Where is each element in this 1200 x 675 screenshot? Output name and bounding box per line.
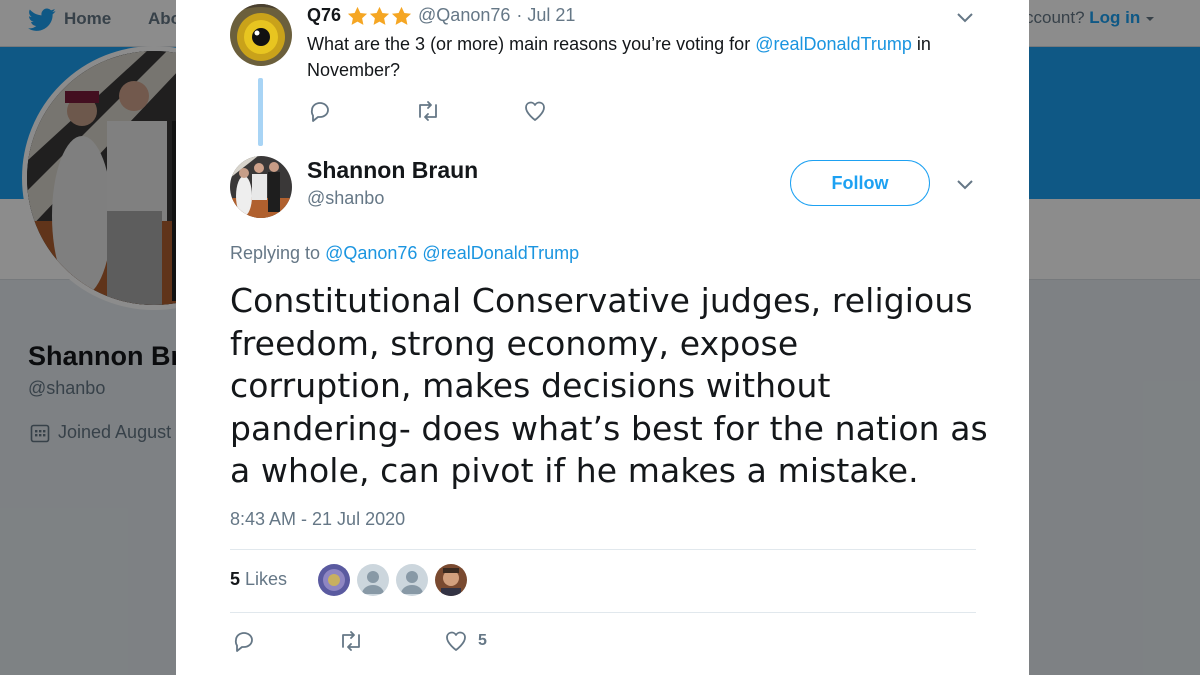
follow-button[interactable]: Follow (790, 160, 930, 206)
reply-button[interactable] (232, 629, 256, 653)
heart-icon (446, 631, 466, 651)
like-count: 5 (478, 632, 487, 649)
star-emojis (347, 6, 412, 26)
reply-icon (310, 102, 329, 122)
parent-tweet-header: Q76 @Qanon76 · Jul 21 (307, 5, 575, 26)
liker-avatar[interactable] (318, 564, 350, 596)
replying-to-line: Replying to @Qanon76 @realDonaldTrump (230, 243, 579, 264)
star-icon (369, 6, 390, 25)
star-icon (347, 6, 368, 25)
tweet-timestamp[interactable]: 8:43 AM - 21 Jul 2020 (230, 509, 405, 530)
star-icon (391, 6, 412, 25)
parent-tweet-avatar[interactable] (230, 4, 292, 66)
liker-avatar[interactable] (357, 564, 389, 596)
main-author-handle[interactable]: @shanbo (307, 188, 384, 209)
retweet-button[interactable] (415, 99, 441, 123)
like-button[interactable] (523, 99, 547, 123)
like-button[interactable]: 5 (444, 629, 487, 653)
chevron-down-icon[interactable] (955, 11, 975, 25)
likes-label: Likes (245, 569, 288, 589)
liker-avatar[interactable] (396, 564, 428, 596)
retweet-icon (419, 101, 437, 121)
parent-text-start: What are the 3 (or more) main reasons yo… (307, 34, 756, 54)
mention-link[interactable]: @realDonaldTrump (755, 34, 912, 54)
parent-author-name[interactable]: Q76 (307, 5, 341, 26)
main-author-name[interactable]: Shannon Braun (307, 157, 478, 184)
parent-author-handle[interactable]: @Qanon76 (418, 5, 510, 26)
divider (230, 549, 976, 550)
chevron-down-icon[interactable] (955, 178, 975, 192)
main-tweet-text: Constitutional Conservative judges, reli… (230, 281, 988, 490)
main-tweet-avatar[interactable] (230, 156, 292, 218)
retweet-icon (342, 631, 360, 651)
replying-to-mentions[interactable]: @Qanon76 @realDonaldTrump (325, 243, 579, 263)
reply-icon (234, 632, 253, 652)
likes-count: 5 (230, 569, 241, 589)
heart-icon (525, 101, 545, 121)
replying-to-label: Replying to (230, 243, 321, 263)
divider (230, 612, 976, 613)
parent-tweet-date[interactable]: · Jul 21 (516, 5, 575, 26)
reply-button[interactable] (308, 99, 332, 123)
retweet-button[interactable] (338, 629, 364, 653)
liker-avatar[interactable] (435, 564, 467, 596)
parent-tweet-text: What are the 3 (or more) main reasons yo… (307, 31, 967, 83)
thread-connector-line (258, 78, 263, 146)
likes-summary[interactable]: 5 Likes (230, 569, 287, 590)
